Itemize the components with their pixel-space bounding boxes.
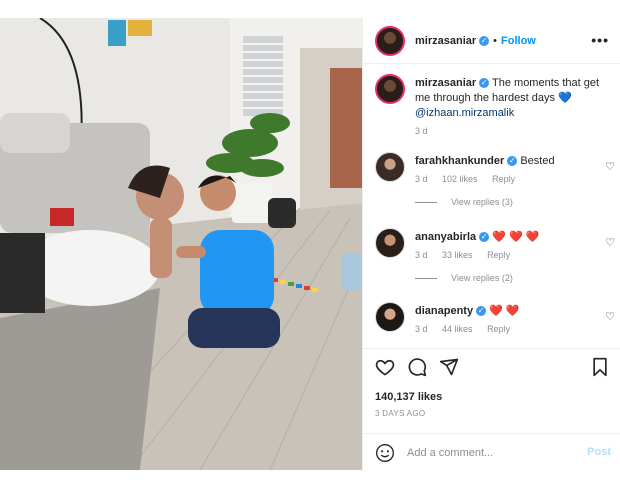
commenter-username[interactable]: ananyabirla <box>415 231 476 243</box>
top-edge <box>0 0 620 18</box>
post-photo-illustration <box>0 18 362 470</box>
post-header: mirzasaniar ✓ • Follow ••• <box>363 18 620 64</box>
view-replies-line <box>415 202 437 204</box>
comment-likes[interactable]: 44 likes <box>442 324 473 334</box>
caption-meta: 3 d <box>415 124 605 139</box>
comment-body: farahkhankunder ✓ Bested 3 d 102 likes Re… <box>415 154 605 187</box>
comment-bubble-icon[interactable] <box>407 357 427 382</box>
comment-meta: 3 d 33 likes Reply <box>415 248 605 263</box>
smiley-icon[interactable] <box>375 443 395 468</box>
post-image[interactable] <box>0 18 362 470</box>
heart-icon[interactable] <box>375 357 395 382</box>
caption-mention[interactable]: @izhaan.mirzamalik <box>415 107 514 119</box>
comment-time: 3 d <box>415 250 428 260</box>
caption-author-avatar[interactable] <box>375 74 405 104</box>
comment-time: 3 d <box>415 324 428 334</box>
verified-badge-icon: ✓ <box>476 306 487 317</box>
verified-badge-icon: ✓ <box>479 35 490 46</box>
verified-badge-icon: ✓ <box>479 78 490 89</box>
post-actions: 140,137 likes 3 DAYS AGO Post <box>363 348 620 470</box>
commenter-username[interactable]: dianapenty <box>415 305 473 317</box>
comment-text: ❤️ ❤️ ❤️ <box>492 231 540 243</box>
reply-button[interactable]: Reply <box>487 324 510 334</box>
comment-text: ❤️ ❤️ <box>489 305 520 317</box>
caption-time: 3 d <box>415 126 428 136</box>
comment-body: ananyabirla ✓ ❤️ ❤️ ❤️ 3 d 33 likes Reply <box>415 230 605 263</box>
post-date: 3 DAYS AGO <box>375 409 426 418</box>
reply-button[interactable]: Reply <box>492 174 515 184</box>
author-username[interactable]: mirzasaniar <box>415 35 476 47</box>
comment-heart-icon[interactable]: ♡ <box>605 160 615 173</box>
author-avatar[interactable] <box>375 25 405 56</box>
view-replies-line <box>415 278 437 280</box>
likes-count[interactable]: 140,137 likes <box>375 391 442 403</box>
follow-button[interactable]: Follow <box>501 35 536 47</box>
view-replies-button[interactable]: View replies (3) <box>415 197 513 207</box>
view-replies-label: View replies (3) <box>451 197 513 207</box>
comments-list[interactable]: mirzasaniar ✓ The moments that get me thr… <box>363 64 620 348</box>
comment-heart-icon[interactable]: ♡ <box>605 310 615 323</box>
paper-plane-icon[interactable] <box>439 357 459 382</box>
view-replies-button[interactable]: View replies (2) <box>415 273 513 283</box>
ellipsis-icon[interactable]: ••• <box>591 32 609 48</box>
header-separator: • <box>493 34 498 47</box>
comment-heart-icon[interactable]: ♡ <box>605 236 615 249</box>
reply-button[interactable]: Reply <box>487 250 510 260</box>
comment-meta: 3 d 44 likes Reply <box>415 322 605 337</box>
caption-author[interactable]: mirzasaniar <box>415 77 476 89</box>
comment-input[interactable] <box>407 444 567 462</box>
commenter-avatar[interactable] <box>375 152 405 182</box>
comment-likes[interactable]: 102 likes <box>442 174 478 184</box>
comment-time: 3 d <box>415 174 428 184</box>
post-comment-button[interactable]: Post <box>587 446 611 458</box>
comment-likes[interactable]: 33 likes <box>442 250 473 260</box>
comment-text: Bested <box>520 155 555 167</box>
commenter-avatar[interactable] <box>375 228 405 258</box>
commenter-avatar[interactable] <box>375 302 405 332</box>
bookmark-icon[interactable] <box>591 357 609 382</box>
caption-body: mirzasaniar ✓ The moments that get me thr… <box>415 76 605 139</box>
post-side-panel: mirzasaniar ✓ • Follow ••• mirzasaniar ✓ … <box>362 18 620 470</box>
verified-badge-icon: ✓ <box>479 232 490 243</box>
bottom-edge <box>0 470 620 480</box>
add-comment-bar: Post <box>363 433 620 471</box>
verified-badge-icon: ✓ <box>507 156 518 167</box>
blue-heart-emoji: 💙 <box>558 92 572 104</box>
comment-meta: 3 d 102 likes Reply <box>415 172 605 187</box>
comment-body: dianapenty ✓ ❤️ ❤️ 3 d 44 likes Reply <box>415 304 605 337</box>
view-replies-label: View replies (2) <box>451 273 513 283</box>
commenter-username[interactable]: farahkhankunder <box>415 155 504 167</box>
